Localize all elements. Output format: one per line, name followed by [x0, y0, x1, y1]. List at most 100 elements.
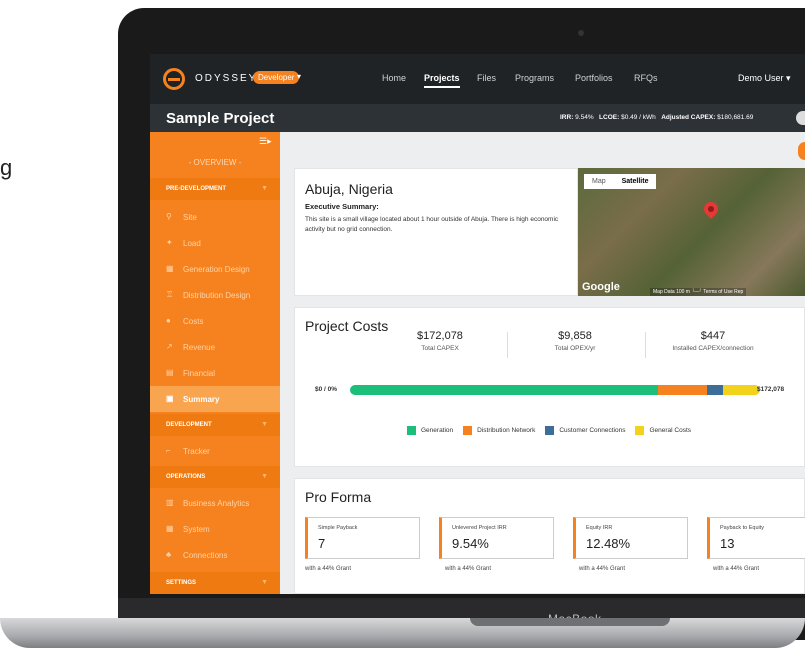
- calculator-icon: ▤: [166, 368, 174, 377]
- nav-rfqs[interactable]: RFQs: [634, 73, 658, 83]
- sidebar-item-tracker[interactable]: ⌐ Tracker: [150, 438, 280, 464]
- pro-forma-card: Pro Forma Simple Payback 7 with a 44% Gr…: [294, 478, 805, 594]
- sidebar-item-label: System: [183, 525, 210, 534]
- section-pre-development[interactable]: PRE-DEVELOPMENT ▼: [150, 178, 280, 200]
- tracker-icon: ⌐: [166, 446, 171, 455]
- sidebar-item-label: Summary: [183, 395, 220, 404]
- bar-segment-generation: [350, 385, 658, 395]
- bar-segment-general-costs: [723, 385, 760, 395]
- project-costs-card: Project Costs $172,078 Total CAPEX $9,85…: [294, 307, 805, 467]
- triangle-down-icon: ▼: [261, 185, 268, 192]
- google-logo: Google: [582, 281, 620, 293]
- legend-swatch: [635, 426, 645, 435]
- nav-projects[interactable]: Projects: [424, 73, 460, 88]
- developer-badge[interactable]: Developer: [253, 71, 300, 84]
- cost-breakdown-bar: [350, 385, 760, 395]
- nav-portfolios[interactable]: Portfolios: [575, 73, 613, 83]
- lcoe-value: $0.49 / kWh: [621, 114, 656, 121]
- nav-files[interactable]: Files: [477, 73, 496, 83]
- location-card: Abuja, Nigeria Executive Summary: This s…: [294, 168, 578, 296]
- stat-total-opex: $9,858 Total OPEX/yr: [530, 330, 620, 352]
- nav-home[interactable]: Home: [382, 73, 406, 83]
- hamburger-icon[interactable]: ☰▸: [259, 136, 272, 147]
- sidebar-item-system[interactable]: ▦ System: [150, 516, 280, 542]
- section-settings[interactable]: SETTINGS ▼: [150, 572, 280, 594]
- legend-swatch: [463, 426, 473, 435]
- sidebar-item-connections[interactable]: ♣ Connections: [150, 542, 280, 568]
- stat-capex-per-connection: $447 Installed CAPEX/connection: [653, 330, 773, 352]
- triangle-down-icon: ▼: [261, 421, 268, 428]
- sidebar-item-summary[interactable]: ▣ Summary: [150, 386, 280, 412]
- chevron-down-icon[interactable]: ▾: [297, 72, 301, 81]
- capex-label: Adjusted CAPEX:: [661, 114, 716, 121]
- logo-text[interactable]: ODYSSEY: [195, 73, 257, 84]
- kpi-label: Simple Payback: [318, 525, 358, 531]
- stat-label: Total OPEX/yr: [554, 345, 596, 352]
- section-label: SETTINGS: [166, 580, 197, 586]
- triangle-down-icon: ▼: [261, 473, 268, 480]
- project-costs-title: Project Costs: [305, 318, 389, 334]
- kpi-value: 7: [318, 536, 326, 551]
- sidebar-overview[interactable]: - OVERVIEW -: [150, 158, 280, 167]
- legend-label: General Costs: [649, 427, 692, 435]
- kpi-payback-to-equity: Payback to Equity 13: [707, 517, 805, 559]
- sidebar: ☰▸ - OVERVIEW - PRE-DEVELOPMENT ▼ ⚲ Site ✦…: [150, 132, 280, 594]
- section-label: PRE-DEVELOPMENT: [166, 186, 227, 192]
- legend-label: Generation: [421, 427, 454, 435]
- solar-panel-icon: ▦: [166, 264, 174, 273]
- user-menu[interactable]: Demo User ▾: [738, 73, 791, 84]
- bar-segment-distribution-network: [657, 385, 707, 395]
- sidebar-item-distribution-design[interactable]: ♖ Distribution Design: [150, 282, 280, 308]
- sidebar-item-generation-design[interactable]: ▦ Generation Design: [150, 256, 280, 282]
- capex-value: $180,681.69: [717, 114, 754, 121]
- bar-start-label: $0 / 0%: [315, 386, 338, 393]
- divider: [507, 332, 508, 358]
- stat-label: Total CAPEX: [421, 345, 459, 352]
- cost-legend: Generation Distribution Network Customer C…: [407, 426, 691, 435]
- sidebar-item-business-analytics[interactable]: ▥ Business Analytics: [150, 490, 280, 516]
- kpi-note: with a 44% Grant: [445, 566, 492, 572]
- irr-label: IRR:: [560, 114, 574, 121]
- map-info: Map Data 100 m └─┘ Terms of Use Rep: [650, 288, 747, 296]
- plug-icon: ✦: [166, 238, 173, 247]
- sidebar-item-label: Costs: [183, 317, 204, 326]
- kpi-label: Equity IRR: [586, 525, 613, 531]
- kpi-label: Unlevered Project IRR: [452, 525, 507, 531]
- nav-programs[interactable]: Programs: [515, 73, 554, 83]
- sidebar-item-revenue[interactable]: ↗ Revenue: [150, 334, 280, 360]
- sidebar-item-label: Revenue: [183, 343, 216, 352]
- legend-label: Distribution Network: [477, 427, 536, 435]
- bar-end-label: $172,078: [757, 386, 785, 393]
- bar-segment-customer-connections: [706, 385, 724, 395]
- legend-swatch: [545, 426, 555, 435]
- project-bar: Sample Project IRR: 9.54% LCOE: $0.49 / …: [150, 104, 805, 132]
- kpi-label: Payback to Equity: [720, 525, 765, 531]
- map-view[interactable]: Map Satellite Google Map Data 100 m └─┘ …: [578, 168, 805, 296]
- kpi-note: with a 44% Grant: [579, 566, 626, 572]
- tab-satellite[interactable]: Satellite: [614, 174, 657, 189]
- legend-swatch: [407, 426, 416, 435]
- grid-icon: ▦: [166, 524, 174, 533]
- tab-map[interactable]: Map: [584, 174, 614, 189]
- stage: g ODYSSEY Developer ▾ Home Projects File…: [0, 0, 805, 656]
- sidebar-item-label: Site: [183, 213, 197, 222]
- sidebar-item-label: Financial: [183, 369, 216, 378]
- sidebar-item-site[interactable]: ⚲ Site: [150, 204, 280, 230]
- fab-button[interactable]: [798, 142, 805, 160]
- pin-icon: ⚲: [166, 212, 172, 221]
- section-development[interactable]: DEVELOPMENT ▼: [150, 414, 280, 436]
- sidebar-item-financial[interactable]: ▤ Financial: [150, 360, 280, 386]
- section-label: OPERATIONS: [166, 474, 206, 480]
- sidebar-item-label: Load: [183, 239, 201, 248]
- sidebar-item-costs[interactable]: ● Costs: [150, 308, 280, 334]
- side-text: g: [0, 155, 13, 180]
- map-pin-icon[interactable]: [701, 199, 721, 219]
- network-icon: ♣: [166, 550, 172, 559]
- sidebar-item-label: Connections: [183, 551, 228, 560]
- toggle-switch[interactable]: [796, 111, 805, 125]
- project-metrics: IRR: 9.54% LCOE: $0.49 / kWh Adjusted CA…: [560, 114, 753, 121]
- section-operations[interactable]: OPERATIONS ▼: [150, 466, 280, 488]
- sidebar-item-label: Generation Design: [183, 265, 250, 274]
- sidebar-item-load[interactable]: ✦ Load: [150, 230, 280, 256]
- odyssey-logo-icon[interactable]: [163, 68, 185, 90]
